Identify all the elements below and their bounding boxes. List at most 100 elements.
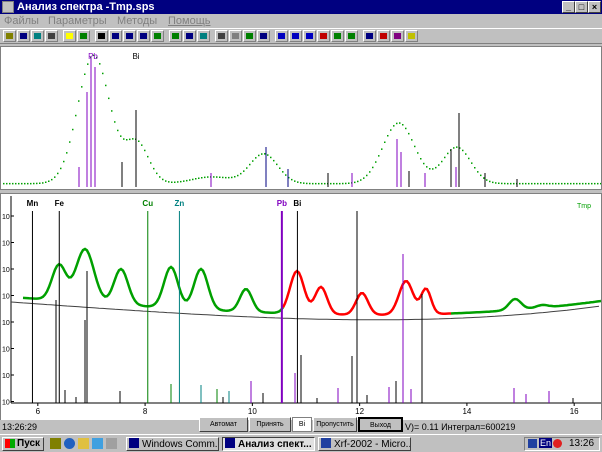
- data-point: [552, 182, 554, 185]
- ie-icon[interactable]: [64, 438, 75, 449]
- desktop-icon[interactable]: [92, 438, 103, 449]
- channel-icon[interactable]: [106, 438, 117, 449]
- data-point: [54, 176, 56, 178]
- element-field[interactable]: Bi: [292, 417, 312, 432]
- minimize-button[interactable]: _: [562, 1, 575, 13]
- print-icon[interactable]: [45, 30, 58, 42]
- quick-launch-icon[interactable]: [50, 438, 61, 449]
- tray-icon[interactable]: [528, 439, 537, 448]
- start-button[interactable]: Пуск: [2, 437, 44, 451]
- data-point: [231, 176, 233, 179]
- data-point: [126, 139, 128, 141]
- auto-button[interactable]: Автомат: [199, 417, 248, 432]
- background-curve: [10, 301, 600, 321]
- menu-parameters[interactable]: Параметры: [48, 14, 107, 28]
- language-indicator[interactable]: En: [539, 438, 553, 448]
- data-point: [339, 182, 341, 185]
- outlook-icon[interactable]: [78, 438, 89, 449]
- data-point: [222, 176, 224, 179]
- data-point: [393, 125, 395, 127]
- data-point: [192, 178, 194, 181]
- calc-icon[interactable]: [275, 30, 288, 42]
- data-point: [243, 170, 245, 172]
- accept-button[interactable]: Принять: [249, 417, 291, 432]
- data-point: [216, 176, 218, 178]
- help-icon[interactable]: [63, 30, 76, 42]
- menu-files[interactable]: Файлы: [4, 14, 39, 28]
- curve-icon[interactable]: [363, 30, 376, 42]
- data-point: [282, 171, 284, 173]
- color-icon[interactable]: [405, 30, 418, 42]
- marker-right-icon[interactable]: [123, 30, 136, 42]
- question-icon[interactable]: [257, 30, 270, 42]
- menu-help[interactable]: Помощь: [168, 14, 211, 28]
- data-point: [348, 182, 350, 184]
- table-icon[interactable]: [31, 30, 44, 42]
- tree-icon[interactable]: [243, 30, 256, 42]
- data-point: [195, 178, 197, 180]
- zoom-icon[interactable]: [183, 30, 196, 42]
- data-point: [51, 178, 53, 181]
- task-word-document[interactable]: Xrf-2002 - Micro...: [318, 437, 411, 451]
- fit-line-icon[interactable]: [345, 30, 358, 42]
- data-point: [462, 149, 464, 152]
- data-point: [174, 181, 176, 183]
- task-spectrum-analysis[interactable]: Анализ спект...: [222, 437, 315, 451]
- data-point: [582, 182, 584, 185]
- cursor-icon[interactable]: [77, 30, 90, 42]
- data-point: [366, 174, 368, 177]
- calc4-icon[interactable]: [317, 30, 330, 42]
- data-point: [141, 144, 143, 146]
- data-point: [15, 182, 17, 185]
- x-tick-label: 16: [570, 407, 579, 416]
- bar2-icon[interactable]: [391, 30, 404, 42]
- bar-icon[interactable]: [377, 30, 390, 42]
- close-button[interactable]: ×: [588, 1, 601, 13]
- peak-icon[interactable]: [169, 30, 182, 42]
- data-point: [414, 145, 416, 148]
- fit-icon[interactable]: [197, 30, 210, 42]
- data-point: [84, 73, 86, 75]
- task-windows-commander[interactable]: Windows Comm...: [126, 437, 219, 451]
- maximize-button[interactable]: □: [575, 1, 588, 13]
- data-point: [435, 166, 437, 169]
- exit-button[interactable]: Выход: [358, 417, 403, 432]
- data-point: [531, 182, 533, 185]
- data-point: [405, 127, 407, 130]
- menu-methods[interactable]: Методы: [117, 14, 157, 28]
- data-point: [171, 181, 173, 183]
- data-point: [138, 140, 140, 142]
- data-point: [213, 176, 215, 178]
- data-point: [72, 128, 74, 131]
- expand-icon[interactable]: [151, 30, 164, 42]
- calc3-icon[interactable]: [303, 30, 316, 42]
- calc2-icon[interactable]: [289, 30, 302, 42]
- data-point: [24, 182, 26, 185]
- data-point: [120, 135, 122, 137]
- window-icon[interactable]: [95, 30, 108, 42]
- data-point: [438, 164, 440, 166]
- y-tick-label: 10: [2, 267, 10, 274]
- y-tick-label: 10: [2, 320, 10, 327]
- data-point: [597, 182, 599, 185]
- compare-icon[interactable]: [331, 30, 344, 42]
- data-point: [510, 182, 512, 185]
- export-icon[interactable]: [229, 30, 242, 42]
- save-icon[interactable]: [17, 30, 30, 42]
- skip-button[interactable]: Пропустить: [313, 417, 357, 432]
- data-point: [390, 129, 392, 131]
- data-point: [504, 182, 506, 185]
- data-point: [411, 139, 413, 141]
- element-label: Fe: [55, 199, 65, 208]
- data-point: [150, 162, 152, 164]
- grid-icon[interactable]: [215, 30, 228, 42]
- data-point: [549, 182, 551, 185]
- antivirus-icon[interactable]: [553, 439, 562, 448]
- data-point: [480, 174, 482, 177]
- data-point: [45, 181, 47, 183]
- open-icon[interactable]: [3, 30, 16, 42]
- data-point: [303, 182, 305, 184]
- marker-both-icon[interactable]: [137, 30, 150, 42]
- marker-left-icon[interactable]: [109, 30, 122, 42]
- data-point: [204, 176, 206, 179]
